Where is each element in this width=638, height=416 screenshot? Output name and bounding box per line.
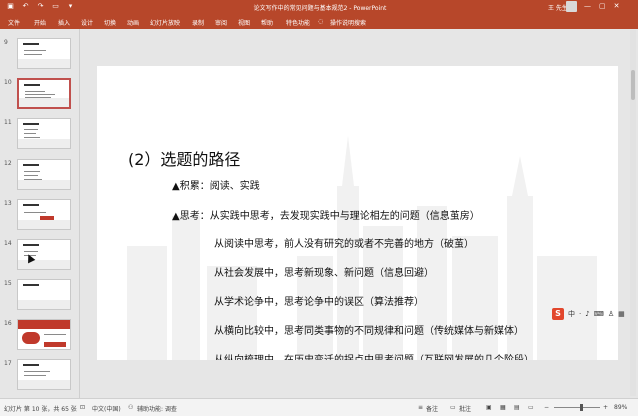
window-controls: — ▢ ✕: [584, 1, 620, 12]
powerpoint-window: ▣ ↶ ↷ ▭ ▾ 论文写作中的常见问题与基本规范2 - PowerPoint …: [0, 0, 638, 416]
close-button[interactable]: ✕: [614, 1, 620, 12]
tab-insert[interactable]: 插入: [58, 18, 70, 27]
document-title: 论文写作中的常见问题与基本规范2 - PowerPoint: [253, 5, 387, 12]
tab-record[interactable]: 录制: [192, 18, 204, 27]
slide-sorter-icon[interactable]: ▦: [500, 404, 506, 411]
accessibility-icon[interactable]: ⚇: [128, 404, 133, 411]
language-indicator[interactable]: 中文(中国): [92, 404, 121, 413]
chinese-mode-icon[interactable]: 中: [568, 309, 575, 319]
punctuation-icon[interactable]: ·: [579, 310, 581, 318]
slide-thumbnail-13[interactable]: [17, 199, 71, 230]
slide-thumbnail-9[interactable]: [17, 38, 71, 69]
redo-icon[interactable]: ↷: [36, 2, 45, 11]
slide-thumbnail-15[interactable]: [17, 279, 71, 310]
spellcheck-icon[interactable]: ⊡: [80, 404, 85, 411]
normal-view-icon[interactable]: ▣: [486, 404, 492, 411]
sogou-s-icon[interactable]: S: [552, 308, 564, 320]
sub-bullet-society[interactable]: 从社会发展中，思考新现象、新问题（信息回避）: [214, 264, 434, 279]
bullet-accumulate[interactable]: ▲积累：阅读、实践: [172, 177, 260, 192]
tab-view[interactable]: 视图: [238, 18, 250, 27]
tab-special-features[interactable]: 特色功能: [286, 18, 310, 27]
tab-animations[interactable]: 动画: [127, 18, 139, 27]
thumb-number: 13: [4, 200, 12, 207]
tab-transitions[interactable]: 切换: [104, 18, 116, 27]
zoom-level[interactable]: 89%: [614, 404, 627, 411]
grid-icon[interactable]: ▦: [618, 310, 625, 318]
shirt-icon[interactable]: ♙: [608, 310, 614, 318]
bullet-think[interactable]: ▲思考：从实践中思考，去发现实践中与理论相左的问题（信息茧房）: [172, 207, 480, 222]
sub-bullet-debate[interactable]: 从学术论争中，思考论争中的误区（算法推荐）: [214, 293, 424, 308]
notes-icon[interactable]: ≡: [418, 404, 423, 411]
save-icon[interactable]: ▣: [6, 2, 15, 11]
slide-thumbnail-12[interactable]: [17, 159, 71, 190]
thumb-number: 10: [4, 79, 12, 86]
start-slideshow-icon[interactable]: ▭: [51, 2, 60, 11]
slide-thumbnail-16[interactable]: [17, 319, 71, 350]
sub-bullet-horizontal[interactable]: 从横向比较中，思考同类事物的不同规律和问题（传统媒体与新媒体）: [214, 322, 524, 337]
slide-editor: (2）选题的路径 ▲积累：阅读、实践 ▲思考：从实践中思考，去发现实践中与理论相…: [81, 29, 638, 398]
zoom-slider-knob[interactable]: [580, 404, 583, 411]
thumb-number: 9: [4, 39, 8, 46]
thumb-number: 14: [4, 240, 12, 247]
slide-counter: 幻灯片 第 10 张，共 65 张: [4, 406, 77, 413]
tab-slideshow[interactable]: 幻灯片放映: [150, 18, 180, 27]
avatar[interactable]: [566, 1, 577, 12]
sub-bullet-vertical[interactable]: 从纵向梳理中，在历史变迁的拐点中思考问题（互联网发展的几个阶段）: [214, 351, 534, 360]
quick-access-toolbar: ▣ ↶ ↷ ▭ ▾: [6, 2, 75, 11]
thumb-number: 16: [4, 320, 12, 327]
restore-button[interactable]: ▢: [599, 1, 606, 12]
tab-home[interactable]: 开始: [34, 18, 46, 27]
thumb-number: 12: [4, 160, 12, 167]
zoom-slider[interactable]: [554, 407, 600, 408]
slideshow-icon[interactable]: ▭: [528, 404, 534, 411]
slide-thumbnail-17[interactable]: [17, 359, 71, 390]
user-name[interactable]: 王 先生: [548, 3, 568, 12]
status-bar: 幻灯片 第 10 张，共 65 张 ⊡ 中文(中国) ⚇ 辅助功能: 调查 ≡ …: [0, 398, 638, 416]
sub-bullet-reading[interactable]: 从阅读中思考，前人没有研究的或者不完善的地方（破茧）: [214, 235, 474, 250]
accessibility-status[interactable]: 辅助功能: 调查: [137, 404, 177, 413]
slide-title[interactable]: (2）选题的路径: [128, 146, 240, 170]
minimize-button[interactable]: —: [584, 1, 591, 12]
comments-icon[interactable]: ▭: [450, 404, 456, 411]
tell-me-search[interactable]: 操作说明搜索: [330, 18, 366, 27]
scrollbar-thumb[interactable]: [631, 70, 635, 100]
thumb-number: 11: [4, 119, 12, 126]
zoom-in-icon[interactable]: +: [603, 404, 608, 411]
ribbon-tabs: 文件 开始 插入 设计 切换 动画 幻灯片放映 录制 审阅 视图 帮助 特色功能…: [0, 14, 638, 29]
reading-view-icon[interactable]: ▤: [514, 404, 520, 411]
notes-button[interactable]: 备注: [426, 404, 438, 413]
slide-thumbnail-11[interactable]: [17, 118, 71, 149]
comments-button[interactable]: 批注: [459, 404, 471, 413]
tab-review[interactable]: 审阅: [215, 18, 227, 27]
keyboard-icon[interactable]: ⌨: [594, 310, 604, 318]
slide-thumbnail-10[interactable]: [17, 78, 71, 109]
zoom-out-icon[interactable]: −: [544, 404, 549, 411]
thumb-number: 15: [4, 280, 12, 287]
current-slide[interactable]: (2）选题的路径 ▲积累：阅读、实践 ▲思考：从实践中思考，去发现实践中与理论相…: [97, 66, 618, 360]
mic-icon[interactable]: ♪: [585, 310, 589, 318]
ime-toolbar: S 中 · ♪ ⌨ ♙ ▦: [552, 308, 625, 320]
customize-qat-icon[interactable]: ▾: [66, 2, 75, 11]
slide-thumbnails-pane: 9 10 11 12 13 14 15 16 17: [0, 29, 80, 398]
lightbulb-icon: ◌: [318, 18, 324, 25]
tab-design[interactable]: 设计: [81, 18, 93, 27]
thumb-number: 17: [4, 360, 12, 367]
undo-icon[interactable]: ↶: [21, 2, 30, 11]
tab-help[interactable]: 帮助: [261, 18, 273, 27]
title-bar: ▣ ↶ ↷ ▭ ▾ 论文写作中的常见问题与基本规范2 - PowerPoint …: [0, 0, 638, 14]
tab-file[interactable]: 文件: [8, 18, 20, 27]
